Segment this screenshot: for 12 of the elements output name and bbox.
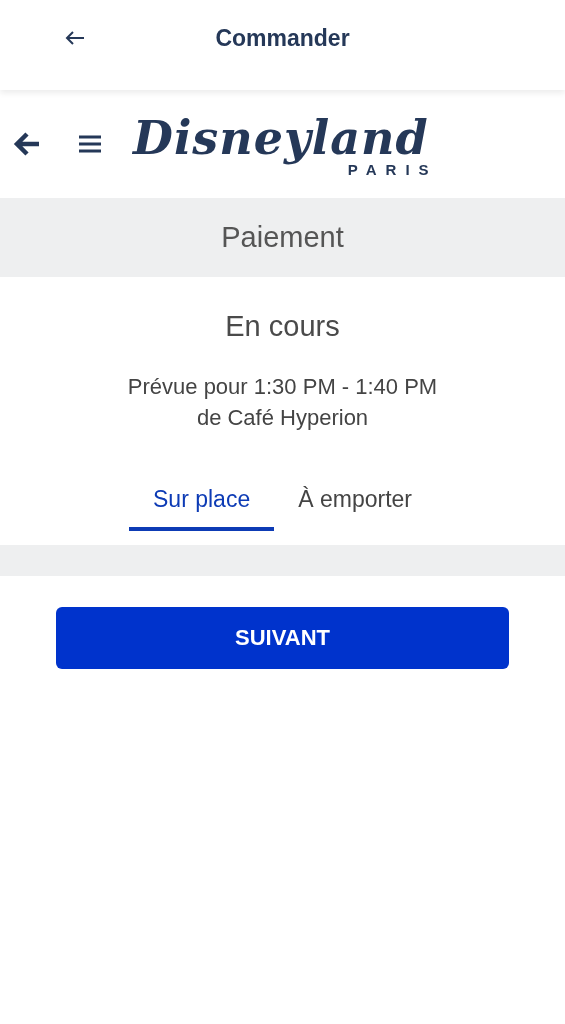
back-icon[interactable]: [13, 131, 41, 157]
next-button[interactable]: SUIVANT: [56, 607, 509, 669]
menu-icon[interactable]: [79, 135, 101, 153]
page-title: Commander: [215, 24, 350, 52]
order-status: En cours: [225, 310, 340, 343]
tab[interactable]: À emporter: [274, 478, 436, 531]
tab[interactable]: Sur place: [129, 478, 275, 531]
logo-subtitle: PARIS: [347, 161, 438, 179]
section-header: Paiement: [0, 198, 565, 277]
back-icon[interactable]: [64, 30, 86, 46]
restaurant-name: de Café Hyperion: [196, 404, 369, 432]
pickup-time: Prévue pour 1:30 PM - 1:40 PM: [127, 373, 438, 401]
